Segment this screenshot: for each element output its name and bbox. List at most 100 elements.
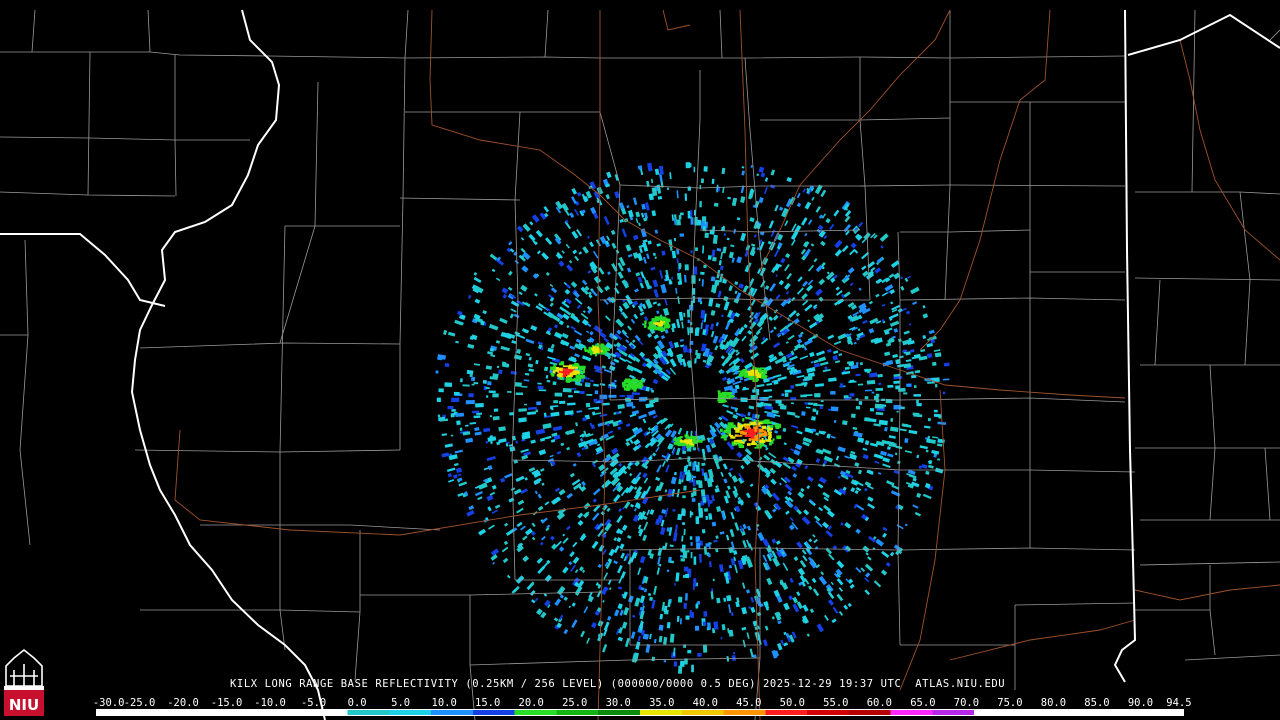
echo-cell	[690, 210, 693, 217]
echo-cell	[498, 369, 503, 375]
echo-cell	[875, 387, 884, 392]
echo-cell	[559, 367, 563, 372]
echo-cell	[695, 542, 701, 550]
echo-cell	[572, 366, 579, 369]
echo-cell	[444, 363, 450, 368]
echo-cell	[515, 392, 524, 396]
echo-cell	[760, 440, 766, 443]
echo-cell	[927, 417, 931, 422]
echo-cell	[878, 382, 882, 386]
colorbar-label: 0.0	[347, 697, 367, 709]
echo-cell	[666, 187, 670, 191]
echo-cell	[489, 415, 492, 418]
colorbar-label: -5.0	[300, 697, 327, 709]
echo-cell	[680, 558, 685, 562]
echo-cell	[864, 417, 871, 422]
echo-cell	[743, 430, 748, 432]
echo-cell	[568, 395, 573, 398]
echo-cell	[873, 395, 879, 400]
echo-cell	[700, 310, 706, 319]
echo-cell	[649, 327, 652, 330]
echo-cell	[573, 364, 579, 367]
echo-cell	[768, 433, 771, 436]
echo-cell	[804, 394, 813, 397]
echo-cell	[685, 162, 691, 169]
echo-cell	[775, 425, 779, 427]
echo-cell	[743, 423, 750, 426]
echo-cell	[931, 361, 937, 366]
echo-cell	[475, 403, 484, 408]
echo-cell	[694, 216, 698, 226]
echo-cell	[776, 435, 782, 440]
echo-cell	[712, 578, 715, 582]
echo-cell	[737, 422, 740, 425]
echo-cell	[502, 362, 508, 368]
echo-cell	[679, 212, 684, 216]
echo-cell	[451, 408, 456, 412]
echo-cell	[762, 397, 770, 399]
echo-cell	[720, 436, 724, 439]
colorbar-label: 5.0	[391, 697, 411, 709]
colorbar-label: 15.0	[475, 697, 501, 709]
echo-cell	[643, 324, 646, 328]
colorbar-label: 80.0	[1040, 697, 1067, 709]
echo-cell	[713, 621, 719, 630]
colorbar-label: 65.0	[910, 697, 936, 709]
echo-cell	[710, 276, 716, 282]
echo-cell	[493, 408, 499, 412]
echo-cell	[697, 601, 700, 605]
echo-cell	[486, 395, 489, 398]
echo-cell	[896, 410, 899, 413]
echo-cell	[697, 439, 703, 443]
echo-cell	[673, 438, 677, 442]
echo-cell	[701, 529, 706, 534]
echo-cell	[459, 427, 463, 431]
echo-cell	[466, 369, 474, 375]
echo-cell	[550, 366, 556, 371]
echo-cell	[588, 348, 592, 351]
echo-cell	[558, 373, 563, 376]
echo-cell	[687, 319, 690, 324]
echo-cell	[553, 400, 559, 404]
product-caption: KILX LONG RANGE BASE REFLECTIVITY (0.25K…	[230, 678, 1006, 690]
echo-cell	[678, 215, 682, 220]
echo-cell	[694, 328, 700, 336]
echo-cell	[877, 373, 883, 378]
echo-cell	[691, 498, 696, 502]
echo-cell	[672, 508, 676, 512]
echo-cell	[760, 401, 764, 407]
echo-cell	[768, 443, 772, 446]
echo-cell	[562, 387, 572, 393]
echo-cell	[657, 323, 663, 326]
echo-cell	[593, 398, 598, 403]
echo-cell	[631, 392, 640, 396]
echo-cell	[523, 403, 527, 406]
echo-cell	[673, 237, 677, 242]
echo-cell	[692, 487, 697, 496]
echo-cell	[694, 625, 700, 631]
echo-cell	[738, 443, 743, 446]
echo-cell	[567, 402, 576, 406]
echo-cell	[926, 353, 933, 359]
echo-cell	[839, 383, 844, 388]
echo-cell	[687, 550, 690, 553]
echo-cell	[813, 402, 818, 407]
echo-cell	[893, 380, 900, 384]
echo-cell	[935, 384, 938, 388]
echo-cell	[552, 381, 557, 386]
echo-cell	[456, 420, 461, 426]
echo-cell	[748, 428, 753, 432]
echo-cell	[691, 275, 696, 284]
colorbar-label: 35.0	[649, 697, 675, 709]
echo-cell	[619, 395, 626, 397]
echo-cell	[874, 403, 884, 409]
echo-cell	[754, 428, 757, 432]
echo-cell	[740, 397, 748, 403]
echo-cell	[631, 382, 635, 385]
echo-cell	[812, 408, 817, 413]
echo-cell	[492, 393, 499, 398]
echo-cell	[447, 405, 454, 410]
echo-cell	[633, 386, 637, 391]
echo-cell	[549, 406, 554, 410]
echo-cell	[536, 401, 541, 406]
